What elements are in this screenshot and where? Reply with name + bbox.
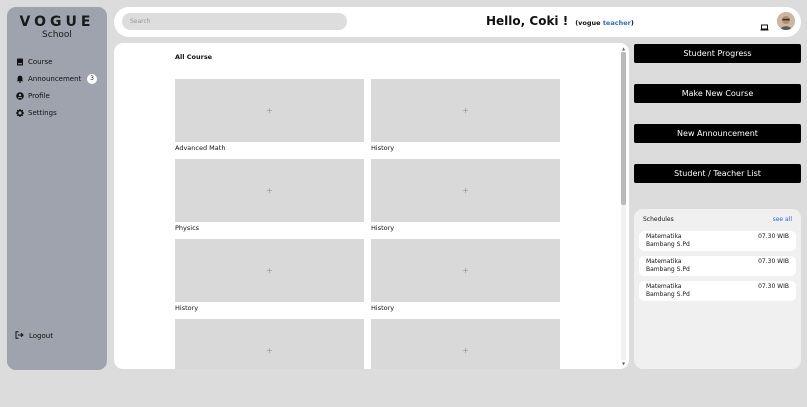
course-name: Physics [175, 224, 200, 232]
course-card[interactable]: + History [175, 239, 364, 312]
notification-badge: 3 [87, 73, 97, 84]
add-thumbnail[interactable]: + [175, 159, 364, 222]
course-name: History [371, 304, 395, 312]
schedule-teacher: Bambang S.Pd [646, 241, 690, 248]
gear-icon [15, 108, 24, 117]
brand-subtitle: School [42, 30, 72, 40]
avatar[interactable] [777, 12, 795, 30]
sidebar: VOGUE School Course Announcement 3 Profi… [7, 7, 107, 370]
sidebar-item-course[interactable]: Course [15, 53, 103, 70]
new-course-button[interactable]: Make New Course [634, 84, 801, 103]
logout-icon [15, 331, 24, 340]
course-card[interactable]: + History [371, 159, 560, 232]
course-panel: All Course + Advanced Math + History + P… [114, 43, 629, 369]
add-thumbnail[interactable]: + [371, 239, 560, 302]
scroll-up-arrow[interactable]: ▲ [621, 46, 626, 51]
role-suffix: ) [630, 19, 634, 27]
schedule-item[interactable]: Matematika Bambang S.Pd 07.30 WIB [639, 231, 796, 251]
sidebar-item-label: Announcement [28, 74, 82, 83]
greeting-text: Hello, Coki ! [486, 14, 569, 28]
scroll-down-arrow[interactable]: ▼ [621, 361, 626, 366]
schedule-teacher: Bambang S.Pd [646, 266, 690, 273]
sidebar-item-label: Course [28, 57, 53, 66]
add-thumbnail[interactable]: + [371, 159, 560, 222]
student-teacher-list-button[interactable]: Student / Teacher List [634, 164, 801, 183]
sidebar-nav: Course Announcement 3 Profile Settings [15, 53, 103, 121]
sidebar-item-label: Profile [28, 91, 50, 100]
course-name: History [175, 304, 199, 312]
laptop-icon[interactable] [760, 17, 769, 31]
see-all-link[interactable]: see all [773, 216, 792, 223]
course-name: History [371, 224, 395, 232]
new-announcement-button[interactable]: New Announcement [634, 124, 801, 143]
course-card[interactable]: + Physics [175, 159, 364, 232]
scroll-thumb[interactable] [621, 52, 626, 205]
schedules-header: Schedules see all [643, 216, 792, 223]
schedule-item[interactable]: Matematika Bambang S.Pd 07.30 WIB [639, 256, 796, 276]
scrollbar[interactable]: ▲ ▼ [621, 46, 626, 366]
page-title: All Course [175, 53, 213, 61]
sidebar-item-announcement[interactable]: Announcement 3 [15, 70, 103, 87]
logout-label: Logout [29, 331, 53, 340]
brand-name: VOGUE [19, 14, 95, 30]
course-card[interactable]: + History [371, 239, 560, 312]
schedule-item[interactable]: Matematika Bambang S.Pd 07.30 WIB [639, 281, 796, 301]
course-card[interactable]: + Advanced Math [175, 79, 364, 152]
bell-icon [15, 74, 24, 83]
add-thumbnail[interactable]: + [371, 319, 560, 369]
course-card[interactable]: + [175, 319, 364, 369]
schedule-time: 07.30 WIB [758, 233, 789, 240]
schedule-time: 07.30 WIB [758, 283, 789, 290]
add-thumbnail[interactable]: + [175, 319, 364, 369]
role-name: teacher [602, 19, 631, 27]
course-name: History [371, 144, 395, 152]
add-thumbnail[interactable]: + [175, 79, 364, 142]
role-prefix: (vogue [575, 19, 603, 27]
schedule-time: 07.30 WIB [758, 258, 789, 265]
user-role: (vogue teacher) [575, 19, 634, 27]
schedule-teacher: Bambang S.Pd [646, 291, 690, 298]
brand-logo[interactable]: VOGUE School [7, 7, 107, 40]
student-progress-button[interactable]: Student Progress [634, 44, 801, 63]
course-card[interactable]: + [371, 319, 560, 369]
add-thumbnail[interactable]: + [175, 239, 364, 302]
schedules-title: Schedules [643, 216, 674, 223]
top-bar: Hello, Coki ! (vogue teacher) [114, 7, 801, 37]
sidebar-item-label: Settings [28, 108, 57, 117]
schedules-panel: Schedules see all Matematika Bambang S.P… [634, 209, 801, 369]
add-thumbnail[interactable]: + [371, 79, 560, 142]
user-circle-icon [15, 91, 24, 100]
greeting: Hello, Coki ! (vogue teacher) [486, 14, 634, 28]
book-icon [15, 57, 24, 66]
logout-button[interactable]: Logout [15, 331, 53, 340]
sidebar-item-profile[interactable]: Profile [15, 87, 103, 104]
course-card[interactable]: + History [371, 79, 560, 152]
sidebar-item-settings[interactable]: Settings [15, 104, 103, 121]
course-name: Advanced Math [175, 144, 226, 152]
search-input[interactable] [122, 13, 347, 30]
